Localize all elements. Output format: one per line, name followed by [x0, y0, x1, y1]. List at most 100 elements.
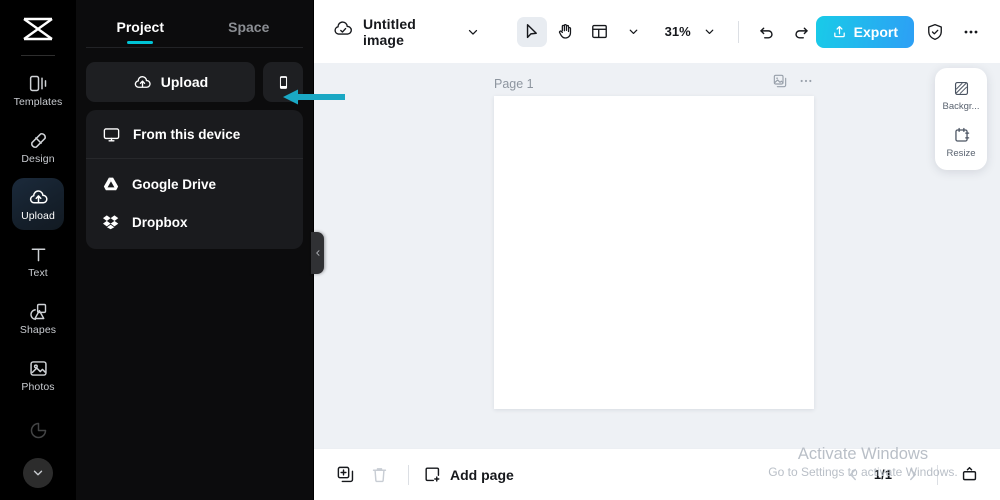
- sidebar-item-templates[interactable]: Templates: [12, 64, 64, 116]
- export-button-label: Export: [853, 23, 898, 40]
- document-title[interactable]: Untitled image: [363, 16, 451, 48]
- chevron-down-icon: [469, 29, 478, 35]
- toolbar-divider: [737, 20, 739, 43]
- select-tool-button[interactable]: [516, 16, 547, 47]
- page-label: Page 1: [494, 76, 534, 91]
- capcut-logo-icon: [23, 17, 53, 41]
- main-area: Untitled image 31% Export Page 1 Backgr.…: [314, 0, 1000, 500]
- background-button[interactable]: Backgr...: [937, 77, 985, 114]
- photos-icon: [28, 358, 49, 379]
- export-upload-icon: [833, 26, 845, 38]
- panel-collapse-handle[interactable]: [311, 232, 324, 274]
- app-logo[interactable]: [17, 12, 59, 46]
- hand-icon: [559, 23, 572, 39]
- shield-check-icon: [928, 23, 942, 40]
- present-button[interactable]: [954, 460, 984, 490]
- add-page-icon: [425, 467, 440, 482]
- menu-item-label: From this device: [133, 126, 241, 142]
- upload-button[interactable]: Upload: [86, 62, 255, 102]
- duplicate-button[interactable]: [330, 460, 360, 490]
- google-drive-icon: [103, 177, 119, 191]
- upload-button-label: Upload: [160, 74, 209, 90]
- sidebar-item-upload[interactable]: Upload: [12, 178, 64, 230]
- tab-project[interactable]: Project: [86, 14, 195, 47]
- project-panel: Project Space Upload From this device Go…: [76, 0, 345, 500]
- zoom-dropdown[interactable]: [695, 17, 725, 47]
- panel-divider: [86, 47, 303, 48]
- dropbox-icon: [102, 215, 119, 230]
- float-item-label: Resize: [946, 148, 976, 159]
- cursor-arrow-icon: [526, 24, 538, 39]
- layout-grid-icon: [592, 24, 608, 39]
- menu-item-from-this-device[interactable]: From this device: [86, 110, 303, 158]
- float-item-label: Backgr...: [942, 101, 980, 112]
- rail-expand-button[interactable]: [23, 458, 53, 488]
- present-icon: [962, 466, 976, 481]
- layout-tool-button[interactable]: [585, 17, 615, 47]
- bottom-toolbar: Add page 1/1: [314, 448, 1000, 500]
- resize-icon: [954, 127, 969, 142]
- upload-cloud-icon: [28, 187, 49, 208]
- upload-from-mobile-button[interactable]: [263, 62, 303, 102]
- undo-button[interactable]: [752, 17, 782, 47]
- document-title-dropdown[interactable]: [460, 17, 487, 47]
- resize-button[interactable]: Resize: [937, 124, 985, 161]
- duplicate-page-icon: [773, 74, 787, 88]
- export-button[interactable]: Export: [815, 15, 914, 48]
- upload-row: Upload: [76, 62, 313, 102]
- sidebar-item-photos[interactable]: Photos: [12, 349, 64, 401]
- bottombar-divider: [937, 464, 938, 485]
- chevron-down-icon: [629, 29, 638, 34]
- previous-page-button[interactable]: [845, 466, 862, 483]
- page-header-actions: [772, 73, 814, 94]
- sidebar-item-label: Shapes: [19, 323, 57, 336]
- monitor-icon: [103, 127, 120, 142]
- mobile-phone-icon: [279, 75, 287, 89]
- menu-item-google-drive[interactable]: Google Drive: [86, 165, 303, 203]
- page-more-button[interactable]: [798, 73, 814, 94]
- security-shield-button[interactable]: [920, 17, 950, 47]
- page-header: Page 1: [494, 73, 814, 94]
- canvas-workspace[interactable]: Page 1 Backgr... Resize: [314, 63, 1000, 448]
- add-page-button[interactable]: Add page: [423, 465, 514, 484]
- left-icon-rail: Templates Design Upload Text Shapes Phot…: [0, 0, 76, 500]
- color-icon: [28, 420, 49, 441]
- sidebar-item-label: Text: [28, 266, 48, 279]
- canvas-page[interactable]: [494, 96, 814, 409]
- templates-icon: [28, 73, 49, 94]
- add-page-label: Add page: [450, 466, 514, 483]
- sidebar-item-design[interactable]: Design: [12, 121, 64, 173]
- duplicate-page-button[interactable]: [772, 73, 788, 94]
- zoom-level[interactable]: 31%: [665, 24, 691, 39]
- chevron-left-icon: [849, 468, 856, 481]
- chevron-down-icon: [33, 470, 43, 476]
- page-counter: 1/1: [873, 467, 892, 482]
- delete-button[interactable]: [364, 460, 394, 490]
- design-icon: [28, 130, 49, 151]
- canvas-float-panel: Backgr... Resize: [935, 68, 987, 170]
- tab-space[interactable]: Space: [195, 14, 304, 47]
- sidebar-item-shapes[interactable]: Shapes: [12, 292, 64, 344]
- sidebar-item-text[interactable]: Text: [12, 235, 64, 287]
- more-options-button[interactable]: [956, 17, 986, 47]
- sidebar-item-label: Upload: [21, 209, 55, 222]
- redo-button[interactable]: [786, 17, 816, 47]
- menu-item-label: Google Drive: [132, 176, 217, 192]
- page-navigation: 1/1: [845, 460, 984, 490]
- text-icon: [28, 244, 49, 265]
- chevron-down-icon: [705, 29, 714, 34]
- app-root: Templates Design Upload Text Shapes Phot…: [0, 0, 1000, 500]
- menu-item-dropbox[interactable]: Dropbox: [86, 203, 303, 241]
- chevron-right-icon: [910, 468, 917, 481]
- sidebar-item-label: Design: [21, 152, 55, 165]
- cloud-source-group: Google Drive Dropbox: [86, 159, 303, 249]
- next-page-button[interactable]: [904, 466, 921, 483]
- upload-cloud-icon: [134, 75, 151, 88]
- hand-tool-button[interactable]: [551, 17, 581, 47]
- more-horizontal-icon: [964, 30, 978, 33]
- upload-source-menu: From this device Google Drive Dropbox: [86, 110, 303, 249]
- layout-dropdown[interactable]: [619, 17, 649, 47]
- undo-icon: [759, 27, 773, 38]
- toolbar-right: Export: [815, 15, 986, 48]
- sidebar-item-color[interactable]: [12, 406, 64, 458]
